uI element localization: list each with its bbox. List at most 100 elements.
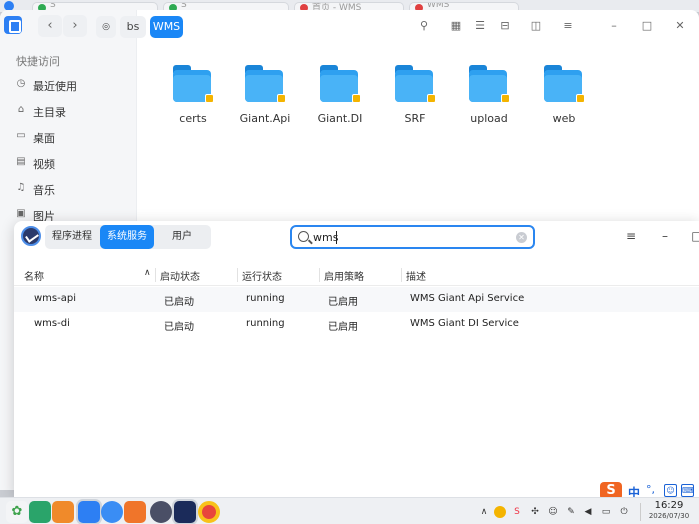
sidebar-item-label: 桌面: [33, 132, 55, 145]
lock-icon: [205, 94, 214, 103]
music-icon: ♫: [16, 182, 26, 193]
table-row[interactable]: wms-api 已启动 running 已启用 WMS Giant Api Se…: [14, 287, 699, 312]
emoji-icon[interactable]: ☺: [664, 484, 677, 497]
folder-name: Giant.Api: [239, 112, 291, 125]
clock-time[interactable]: 16:29: [651, 500, 687, 511]
icon-view-icon[interactable]: ▦: [450, 20, 462, 32]
folder-item[interactable]: web: [534, 56, 594, 136]
folder-name: SRF: [404, 112, 426, 125]
screenshot-icon[interactable]: ✎: [565, 506, 577, 518]
table-row[interactable]: wms-di 已启动 running 已启用 WMS Giant DI Serv…: [14, 312, 699, 337]
clock-icon: ◷: [16, 78, 26, 89]
view-tab-group: 程序进程 系统服务 用户: [45, 225, 211, 249]
search-input-value: wms: [313, 231, 339, 244]
keyboard-icon[interactable]: ⌨: [681, 484, 694, 497]
sidebar-item-home[interactable]: ⌂ 主目录: [0, 99, 137, 123]
detail-pane-icon[interactable]: ◫: [530, 20, 542, 32]
launcher-icon[interactable]: ✿: [6, 501, 28, 523]
punctuation-icon[interactable]: °,: [646, 483, 655, 496]
sidebar-item-label: 主目录: [33, 106, 66, 119]
power-icon[interactable]: ⏻: [618, 506, 630, 518]
sort-ascending-icon[interactable]: ∧: [144, 268, 151, 278]
service-description: WMS Giant Api Service: [410, 293, 525, 304]
search-input[interactable]: wms ✕: [290, 225, 535, 249]
app-store-icon[interactable]: [52, 501, 74, 523]
text-caret: [336, 231, 337, 244]
taskbar: ✿ ∧ S ✣ ☺ ✎ ◀ ▭ ⏻ 16:29 2026/07/30: [0, 497, 699, 524]
breadcrumb-root-icon[interactable]: ◎: [96, 16, 116, 38]
clock-date[interactable]: 2026/07/30: [646, 512, 692, 520]
chrome-icon[interactable]: [198, 501, 220, 523]
tree-view-icon[interactable]: ⊟: [499, 20, 511, 32]
assistant-icon[interactable]: ☺: [547, 506, 559, 518]
system-monitor-taskbar-icon[interactable]: [174, 501, 196, 523]
menu-icon[interactable]: ≡: [624, 229, 638, 243]
column-divider: [155, 268, 156, 282]
tab-services[interactable]: 系统服务: [100, 225, 154, 249]
folder-item[interactable]: certs: [163, 56, 223, 136]
browser-tab-title: WMS: [427, 2, 450, 10]
sidebar-item-music[interactable]: ♫ 音乐: [0, 177, 137, 201]
folder-name: upload: [470, 112, 508, 125]
folder-item[interactable]: Giant.Api: [235, 56, 295, 136]
sidebar-heading: 快捷访问: [16, 55, 60, 68]
system-monitor-window: 程序进程 系统服务 用户 wms ✕ ≡ – □ 名称 ∧ 启动状态 运行状态 …: [14, 221, 699, 497]
file-manager-taskbar-icon[interactable]: [78, 501, 100, 523]
settings-icon[interactable]: [150, 501, 172, 523]
column-header-load[interactable]: 启动状态: [160, 268, 200, 283]
multitask-view-icon[interactable]: [29, 501, 51, 523]
sidebar-item-desktop[interactable]: ▭ 桌面: [0, 125, 137, 149]
minimize-icon[interactable]: –: [608, 20, 620, 32]
folder-name: web: [552, 112, 576, 125]
folder-item[interactable]: Giant.DI: [310, 56, 370, 136]
column-header-policy[interactable]: 启用策略: [324, 268, 364, 283]
column-header-name[interactable]: 名称: [24, 268, 44, 283]
tray-sogou-icon[interactable]: S: [511, 506, 523, 518]
sidebar-item-label: 音乐: [33, 184, 55, 197]
folder-name: Giant.DI: [317, 112, 363, 125]
column-divider: [319, 268, 320, 282]
active-state: running: [246, 293, 285, 304]
lock-icon: [427, 94, 436, 103]
search-icon[interactable]: ⚲: [418, 20, 430, 32]
tray-app-icon[interactable]: [494, 506, 506, 518]
volume-icon[interactable]: ◀: [582, 506, 594, 518]
folder-item[interactable]: SRF: [385, 56, 445, 136]
sidebar-item-recent[interactable]: ◷ 最近使用: [0, 73, 137, 97]
lock-icon: [352, 94, 361, 103]
tab-users[interactable]: 用户: [155, 225, 209, 249]
tab-processes[interactable]: 程序进程: [45, 225, 99, 249]
breadcrumb-bs[interactable]: bs: [120, 16, 146, 38]
column-header-description[interactable]: 描述: [406, 268, 426, 283]
close-icon[interactable]: ✕: [674, 20, 686, 32]
clear-search-icon[interactable]: ✕: [516, 232, 527, 243]
sidebar-item-label: 视频: [33, 158, 55, 171]
list-view-icon[interactable]: ☰: [474, 20, 486, 32]
lock-icon: [576, 94, 585, 103]
search-icon: [298, 231, 309, 242]
service-name: wms-api: [34, 293, 76, 304]
maximize-icon[interactable]: □: [690, 229, 699, 243]
minimize-icon[interactable]: –: [658, 229, 672, 243]
maximize-icon[interactable]: □: [641, 20, 653, 32]
breadcrumb-wms[interactable]: WMS: [150, 16, 183, 38]
service-name: wms-di: [34, 318, 70, 329]
forward-button[interactable]: ›: [63, 15, 87, 37]
browser-taskbar-icon[interactable]: [101, 501, 123, 523]
package-icon[interactable]: [124, 501, 146, 523]
bluetooth-icon[interactable]: ✣: [529, 506, 541, 518]
column-divider: [401, 268, 402, 282]
startup-policy: 已启用: [328, 322, 358, 333]
file-manager-logo-icon: [4, 16, 22, 34]
battery-icon[interactable]: ▭: [600, 506, 612, 518]
tray-expand-icon[interactable]: ∧: [478, 506, 490, 518]
sidebar-item-label: 最近使用: [33, 80, 77, 93]
column-header-active[interactable]: 运行状态: [242, 268, 282, 283]
back-button[interactable]: ‹: [38, 15, 62, 37]
sidebar-item-video[interactable]: ▤ 视频: [0, 151, 137, 175]
system-monitor-logo-icon: [21, 226, 41, 246]
browser-tab-title: S: [181, 2, 187, 10]
home-icon: ⌂: [17, 104, 25, 115]
folder-item[interactable]: upload: [459, 56, 519, 136]
menu-icon[interactable]: ≡: [562, 20, 574, 32]
